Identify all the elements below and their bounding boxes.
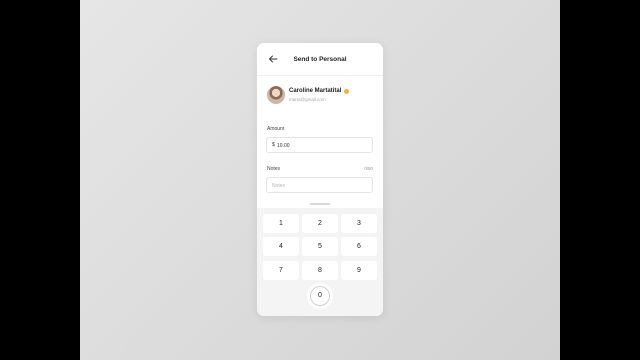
header: Send to Personal (257, 43, 383, 75)
key-6[interactable]: 6 (341, 237, 377, 256)
amount-field[interactable]: $ 10.00 (266, 137, 373, 153)
currency-symbol: $ (272, 142, 275, 148)
amount-label: Amount (267, 126, 285, 132)
key-8[interactable]: 8 (302, 261, 338, 280)
key-3[interactable]: 3 (341, 214, 377, 233)
send-money-screen: Send to Personal Caroline Martatital mar… (257, 43, 383, 316)
notes-field[interactable] (266, 177, 373, 193)
recipient-email: marta@gmail.com (289, 97, 326, 102)
drag-handle[interactable] (310, 203, 330, 205)
key-1[interactable]: 1 (263, 214, 299, 233)
amount-value: 10.00 (277, 142, 290, 149)
header-divider (257, 75, 383, 76)
avatar (267, 86, 285, 104)
key-7[interactable]: 7 (263, 261, 299, 280)
key-2[interactable]: 2 (302, 214, 338, 233)
notes-label: Notes (267, 166, 281, 172)
recipient-name: Caroline Martatital (289, 88, 342, 94)
key-9[interactable]: 9 (341, 261, 377, 280)
notes-counter: 0/50 (364, 166, 373, 171)
notes-input[interactable] (272, 181, 367, 190)
key-5[interactable]: 5 (302, 237, 338, 256)
page-title: Send to Personal (293, 56, 347, 63)
key-0[interactable]: 0 (310, 286, 330, 306)
key-4[interactable]: 4 (263, 237, 299, 256)
verified-badge-icon (344, 89, 349, 94)
